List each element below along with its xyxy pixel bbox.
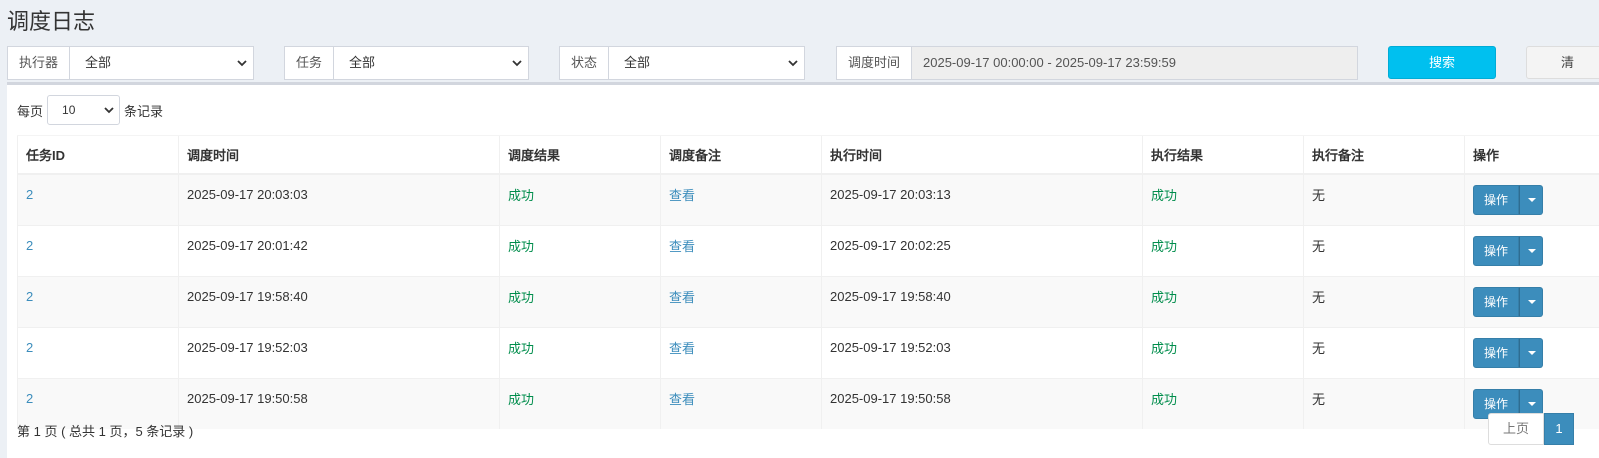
header-job-id[interactable]: 任务ID — [17, 135, 179, 175]
header-trigger-result[interactable]: 调度结果 — [499, 135, 661, 175]
executor-filter-label: 执行器 — [8, 47, 71, 79]
header-action: 操作 — [1464, 135, 1599, 175]
log-table-box: 每页 10 条记录 任务ID 调度时间 调度结果 调度备注 执行时间 执行结果 … — [7, 82, 1599, 458]
caret-down-icon[interactable] — [1519, 235, 1544, 266]
chevron-down-icon — [237, 60, 247, 67]
handle-time: 2025-09-17 19:58:40 — [821, 275, 1143, 327]
clear-button[interactable]: 清 — [1526, 46, 1599, 79]
status-select-value: 全部 — [624, 55, 651, 70]
caret-down-icon[interactable] — [1519, 337, 1544, 368]
action-button[interactable]: 操作 — [1473, 184, 1520, 215]
table-row: 2 2025-09-17 20:01:42 成功 查看 2025-09-17 2… — [17, 224, 1599, 276]
page-size-value: 10 — [62, 103, 76, 117]
header-handle-time[interactable]: 执行时间 — [821, 135, 1143, 175]
time-range-input[interactable]: 2025-09-17 00:00:00 - 2025-09-17 23:59:5… — [912, 47, 1357, 79]
status-filter-label: 状态 — [560, 47, 610, 79]
trigger-result: 成功 — [508, 392, 535, 407]
job-select-value: 全部 — [349, 55, 376, 70]
action-button-group: 操作 — [1473, 286, 1544, 317]
prev-page-button[interactable]: 上页 — [1488, 413, 1544, 445]
page-size-control: 每页 10 条记录 — [17, 95, 163, 125]
pagination-summary: 第 1 页 ( 总共 1 页，5 条记录 ) — [17, 424, 194, 439]
handle-result: 成功 — [1151, 392, 1178, 407]
handle-time: 2025-09-17 19:52:03 — [821, 326, 1143, 378]
table-row: 2 2025-09-17 19:50:58 成功 查看 2025-09-17 1… — [17, 377, 1599, 429]
trigger-note-link[interactable]: 查看 — [669, 290, 695, 305]
caret-down-icon[interactable] — [1519, 184, 1544, 215]
job-select[interactable]: 全部 — [334, 47, 528, 79]
time-filter: 调度时间 2025-09-17 00:00:00 - 2025-09-17 23… — [836, 46, 1358, 80]
handle-result: 成功 — [1151, 239, 1178, 254]
trigger-result: 成功 — [508, 239, 535, 254]
job-id-link[interactable]: 2 — [26, 187, 33, 202]
handle-note: 无 — [1303, 173, 1465, 225]
handle-note: 无 — [1303, 224, 1465, 276]
handle-result: 成功 — [1151, 290, 1178, 305]
trigger-result: 成功 — [508, 290, 535, 305]
job-id-link[interactable]: 2 — [26, 340, 33, 355]
page-size-suffix: 条记录 — [124, 103, 164, 119]
chevron-down-icon — [512, 60, 522, 67]
handle-note: 无 — [1303, 326, 1465, 378]
chevron-down-icon — [788, 60, 798, 67]
trigger-result: 成功 — [508, 341, 535, 356]
caret-down-icon[interactable] — [1519, 286, 1544, 317]
search-button[interactable]: 搜索 — [1388, 46, 1496, 79]
trigger-time: 2025-09-17 19:58:40 — [178, 275, 500, 327]
page-size-prefix: 每页 — [17, 103, 44, 119]
action-button[interactable]: 操作 — [1473, 235, 1520, 266]
trigger-note-link[interactable]: 查看 — [669, 188, 695, 203]
header-trigger-note[interactable]: 调度备注 — [660, 135, 822, 175]
trigger-note-link[interactable]: 查看 — [669, 341, 695, 356]
action-button-group: 操作 — [1473, 337, 1544, 368]
trigger-time: 2025-09-17 19:50:58 — [178, 377, 500, 429]
table-row: 2 2025-09-17 19:52:03 成功 查看 2025-09-17 1… — [17, 326, 1599, 378]
trigger-time: 2025-09-17 20:01:42 — [178, 224, 500, 276]
handle-time: 2025-09-17 19:50:58 — [821, 377, 1143, 429]
table-header-row: 任务ID 调度时间 调度结果 调度备注 执行时间 执行结果 执行备注 操作 — [17, 135, 1599, 175]
handle-time: 2025-09-17 20:02:25 — [821, 224, 1143, 276]
executor-filter: 执行器 全部 — [7, 46, 254, 80]
executor-select-value: 全部 — [85, 55, 112, 70]
handle-time: 2025-09-17 20:03:13 — [821, 173, 1143, 225]
job-id-link[interactable]: 2 — [26, 391, 33, 406]
time-filter-label: 调度时间 — [837, 47, 913, 79]
trigger-time: 2025-09-17 19:52:03 — [178, 326, 500, 378]
job-id-link[interactable]: 2 — [26, 289, 33, 304]
executor-select[interactable]: 全部 — [70, 47, 253, 79]
handle-result: 成功 — [1151, 341, 1178, 356]
pagination: 上页 1 — [1488, 413, 1574, 445]
table-row: 2 2025-09-17 19:58:40 成功 查看 2025-09-17 1… — [17, 275, 1599, 327]
page-size-select[interactable]: 10 — [47, 95, 121, 125]
trigger-note-link[interactable]: 查看 — [669, 392, 695, 407]
trigger-note-link[interactable]: 查看 — [669, 239, 695, 254]
header-handle-result[interactable]: 执行结果 — [1142, 135, 1304, 175]
action-button-group: 操作 — [1473, 184, 1544, 215]
trigger-result: 成功 — [508, 188, 535, 203]
page-1-button[interactable]: 1 — [1544, 413, 1574, 445]
trigger-time: 2025-09-17 20:03:03 — [178, 173, 500, 225]
table-row: 2 2025-09-17 20:03:03 成功 查看 2025-09-17 2… — [17, 173, 1599, 225]
job-filter-label: 任务 — [285, 47, 335, 79]
status-filter: 状态 全部 — [559, 46, 805, 80]
header-handle-note[interactable]: 执行备注 — [1303, 135, 1465, 175]
handle-note: 无 — [1303, 275, 1465, 327]
page-title: 调度日志 — [7, 9, 96, 34]
status-select[interactable]: 全部 — [609, 47, 804, 79]
header-trigger-time[interactable]: 调度时间 — [178, 135, 500, 175]
action-button-group: 操作 — [1473, 235, 1544, 266]
action-button[interactable]: 操作 — [1473, 286, 1520, 317]
log-table: 任务ID 调度时间 调度结果 调度备注 执行时间 执行结果 执行备注 操作 2 … — [17, 135, 1599, 429]
job-filter: 任务 全部 — [284, 46, 529, 80]
chevron-down-icon — [104, 107, 114, 114]
job-id-link[interactable]: 2 — [26, 238, 33, 253]
handle-result: 成功 — [1151, 188, 1178, 203]
handle-note: 无 — [1303, 377, 1465, 429]
action-button[interactable]: 操作 — [1473, 337, 1520, 368]
